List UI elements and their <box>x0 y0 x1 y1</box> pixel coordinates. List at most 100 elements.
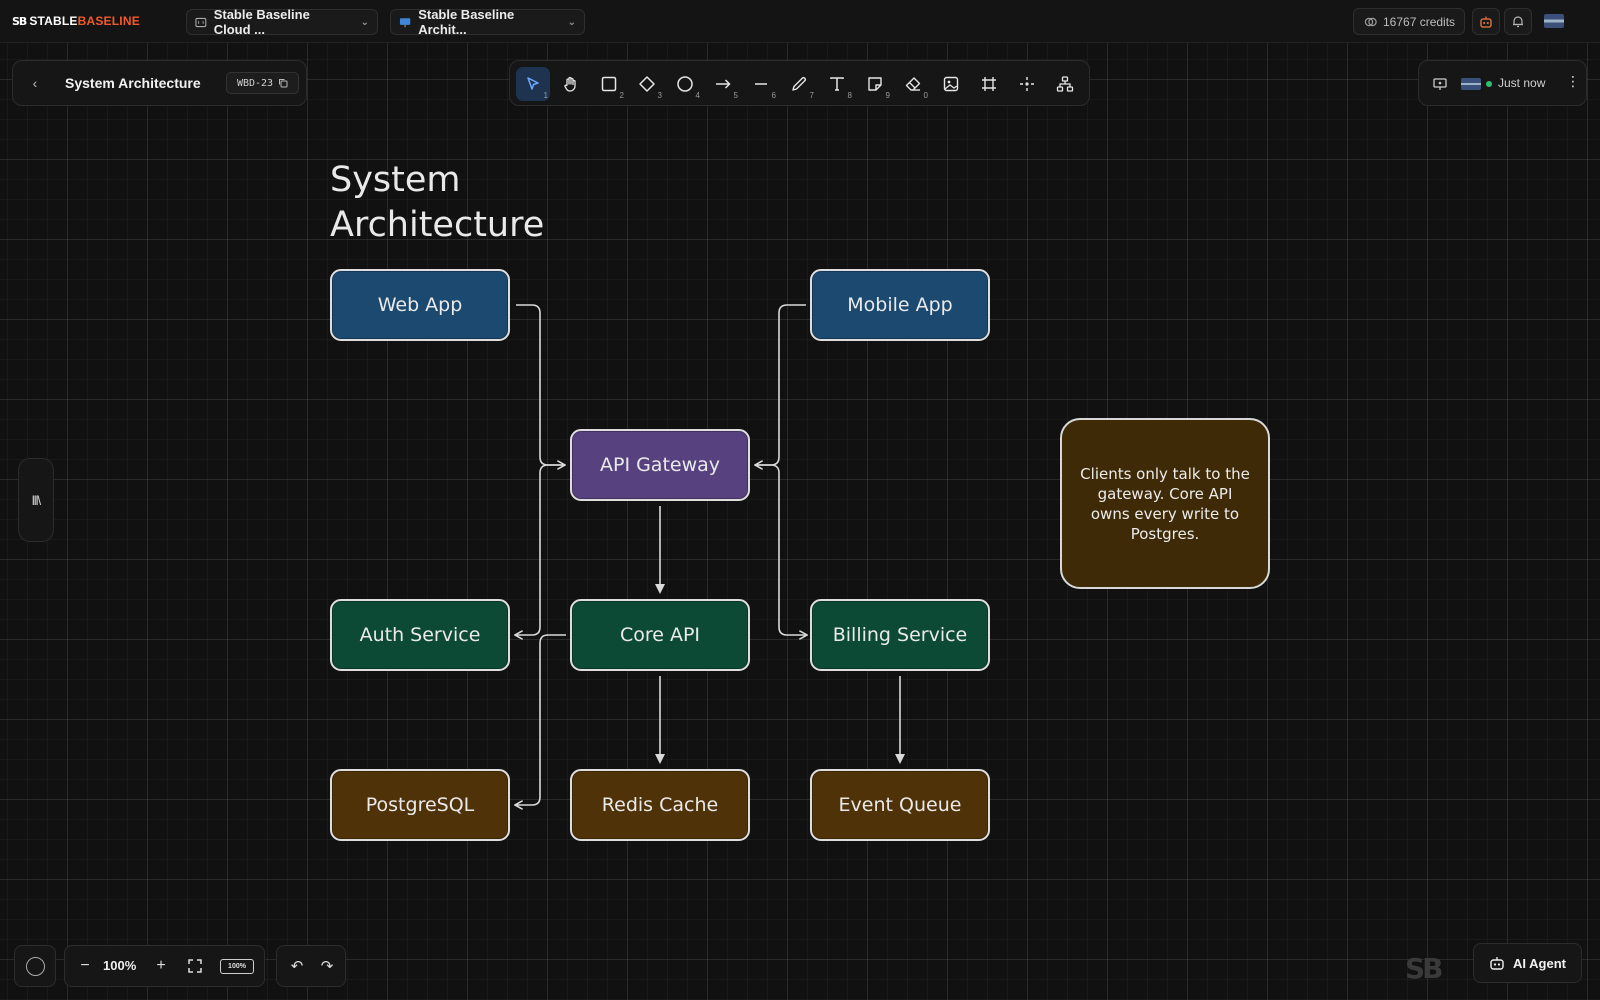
tool-shortcut: 1 <box>543 91 548 100</box>
ai-agent-label: AI Agent <box>1513 955 1566 971</box>
node-label: Mobile App <box>847 294 953 316</box>
presentation-icon[interactable] <box>1431 75 1449 93</box>
diamond-icon <box>639 76 655 92</box>
notifications-button[interactable] <box>1504 8 1532 35</box>
text-icon <box>830 77 844 91</box>
tool-ellipse[interactable]: 4 <box>668 67 702 101</box>
reset-zoom-button[interactable]: 100% <box>220 959 254 974</box>
node-redis-cache[interactable]: Redis Cache <box>570 769 750 841</box>
tool-shortcut: 6 <box>771 91 776 100</box>
tool-shortcut: 7 <box>809 91 814 100</box>
fit-screen-icon[interactable] <box>186 957 204 975</box>
chevron-down-icon: ⌄ <box>567 16 576 28</box>
library-button[interactable]: lll\ <box>18 458 54 542</box>
tool-shortcut: 9 <box>885 91 890 100</box>
whiteboard-icon <box>399 17 411 27</box>
tool-shortcut: 4 <box>695 91 700 100</box>
history-controls: ↶ ↷ <box>276 945 346 987</box>
credits-badge[interactable]: 16767 credits <box>1353 8 1465 35</box>
workspace-label: Stable Baseline Cloud ... <box>213 7 310 37</box>
tool-diagram[interactable] <box>1048 67 1082 101</box>
node-label: Event Queue <box>838 794 962 816</box>
node-event-queue[interactable]: Event Queue <box>810 769 990 841</box>
node-billing-service[interactable]: Billing Service <box>810 599 990 671</box>
workspace-selector[interactable]: Stable Baseline Cloud ... ⌄ <box>186 7 378 37</box>
document-id-badge[interactable]: WBD-23 <box>226 72 299 94</box>
tool-hand[interactable] <box>554 67 588 101</box>
bell-icon <box>1513 16 1523 28</box>
tool-laser[interactable] <box>1010 67 1044 101</box>
tool-shortcut: 5 <box>733 91 738 100</box>
document-id: WBD-23 <box>236 77 274 89</box>
canvas-title[interactable]: System Architecture <box>330 158 630 248</box>
tool-eraser[interactable]: 0 <box>896 67 930 101</box>
circle-icon <box>26 957 45 976</box>
logo-mark: SB <box>12 14 27 28</box>
credits-label: 16767 credits <box>1383 14 1456 29</box>
tool-select[interactable]: 1 <box>516 67 550 101</box>
node-postgresql[interactable]: PostgreSQL <box>330 769 510 841</box>
color-mode-button[interactable] <box>14 945 56 987</box>
user-avatar[interactable] <box>1544 14 1564 28</box>
node-web-app[interactable]: Web App <box>330 269 510 341</box>
node-mobile-app[interactable]: Mobile App <box>810 269 990 341</box>
rectangle-icon <box>601 76 617 92</box>
session-panel: Just now ⋮ <box>1418 60 1587 106</box>
copy-icon <box>279 79 288 88</box>
node-label: API Gateway <box>599 454 721 476</box>
collaborator-avatar[interactable] <box>1461 78 1481 90</box>
edge-gateway-to-billing <box>756 464 806 635</box>
zoom-controls: − 100% + 100% <box>64 945 265 987</box>
app-logo[interactable]: SB STABLE BASELINE <box>12 14 140 28</box>
document-title-panel: ‹ System Architecture WBD-23 <box>12 60 307 106</box>
tool-frame[interactable] <box>972 67 1006 101</box>
save-status: Just now <box>1498 76 1546 90</box>
zoom-in-button[interactable]: + <box>151 956 171 976</box>
more-options-icon[interactable]: ⋮ <box>1566 73 1580 93</box>
redo-icon[interactable]: ↷ <box>317 957 337 977</box>
edge-core-to-postgres <box>516 634 566 805</box>
document-title: System Architecture <box>65 75 201 91</box>
node-auth-service[interactable]: Auth Service <box>330 599 510 671</box>
tool-sticky-note[interactable]: 9 <box>858 67 892 101</box>
tool-image[interactable] <box>934 67 968 101</box>
node-label: Core API <box>619 624 701 646</box>
document-label: Stable Baseline Archit... <box>418 7 515 37</box>
tool-rectangle[interactable]: 2 <box>592 67 626 101</box>
undo-icon[interactable]: ↶ <box>287 957 307 977</box>
hierarchy-icon <box>1056 76 1074 92</box>
edge-gateway-to-auth <box>516 464 564 635</box>
node-api-gateway[interactable]: API Gateway <box>570 429 750 501</box>
document-selector[interactable]: Stable Baseline Archit... ⌄ <box>390 7 585 37</box>
tool-text[interactable]: 8 <box>820 67 854 101</box>
node-core-api[interactable]: Core API <box>570 599 750 671</box>
node-label: Redis Cache <box>601 794 719 816</box>
zoom-out-button[interactable]: − <box>75 956 95 976</box>
edge-web-app-to-gateway <box>516 304 564 465</box>
hand-icon <box>564 76 576 92</box>
tool-diamond[interactable]: 3 <box>630 67 664 101</box>
pencil-icon <box>792 77 806 91</box>
drawing-toolbar: 1 2 3 4 5 6 7 8 9 0 <box>509 60 1090 106</box>
library-icon: lll\ <box>31 492 41 508</box>
brand-watermark: SB <box>1405 952 1443 985</box>
sticky-note[interactable]: Clients only talk to the gateway. Core A… <box>1060 418 1270 589</box>
tool-shortcut: 2 <box>619 91 624 100</box>
logo-word-baseline: BASELINE <box>77 14 140 28</box>
zoom-level[interactable]: 100% <box>103 958 136 973</box>
ai-agent-button[interactable]: AI Agent <box>1473 943 1582 983</box>
tool-arrow[interactable]: 5 <box>706 67 740 101</box>
image-icon <box>943 76 959 92</box>
ai-assistant-button[interactable] <box>1472 8 1500 35</box>
online-status-dot <box>1486 81 1492 87</box>
back-arrow-icon[interactable]: ‹ <box>25 73 45 93</box>
tool-shortcut: 3 <box>657 91 662 100</box>
cursor-icon <box>527 77 539 90</box>
crosshair-icon <box>1020 77 1034 91</box>
credits-icon <box>1364 17 1377 26</box>
line-icon <box>755 83 767 85</box>
robot-icon <box>1490 957 1504 970</box>
tool-shortcut: 0 <box>923 91 928 100</box>
tool-draw[interactable]: 7 <box>782 67 816 101</box>
tool-line[interactable]: 6 <box>744 67 778 101</box>
